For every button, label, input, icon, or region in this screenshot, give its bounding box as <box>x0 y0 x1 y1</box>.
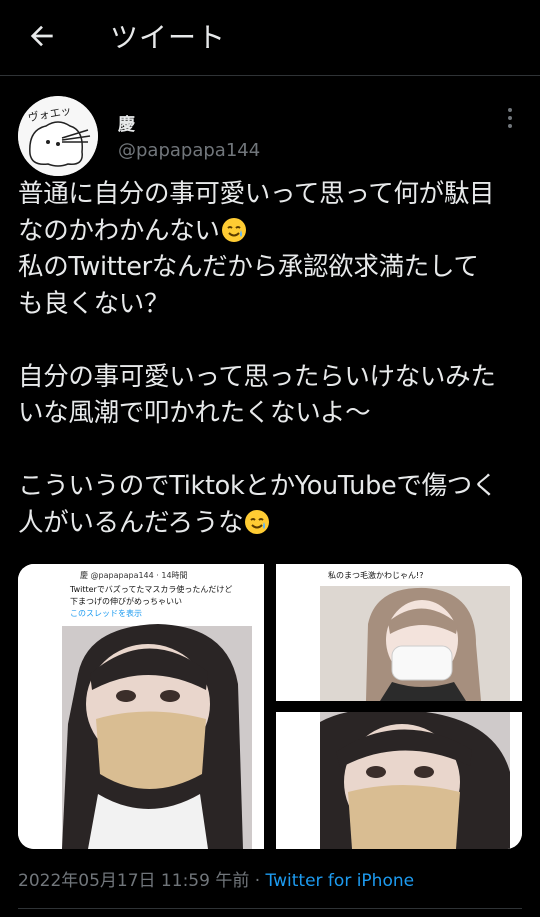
tweet-line: こういうのでTiktokとかYouTubeで傷つく <box>18 471 498 501</box>
divider <box>18 908 522 909</box>
media-image-3[interactable] <box>276 708 522 849</box>
tweet-line: 自分の事可愛いって思ったらいけないみた <box>18 361 496 392</box>
more-options-icon[interactable] <box>500 108 520 132</box>
media-grid: 慶 @papapapa144 · 14時間 Twitterでバズってたマスカラ使… <box>18 564 522 849</box>
tweet-line: も良くない？ <box>18 288 170 319</box>
tweet-text: 普通に自分の事可愛いって思って何が駄目 なのかわかんない 私のTwitterなん… <box>18 176 528 541</box>
tweet-line: 私のTwitterなんだから承認欲求満たして <box>18 252 479 282</box>
tear-smile-emoji-icon <box>221 217 246 242</box>
svg-text:慶 @papapapa144 · 14時間: 慶 @papapapa144 · 14時間 <box>80 570 188 580</box>
embed-link: このスレッドを表示 <box>70 608 142 618</box>
tweet-line: 普通に自分の事可愛いって思って何が駄目 <box>18 179 495 209</box>
tweet-source[interactable]: Twitter for iPhone <box>266 871 415 891</box>
tweet-date[interactable]: 2022年05月17日 11:59 午前 <box>18 871 249 891</box>
tweet-line: なのかわかんない <box>18 215 220 246</box>
author-name[interactable]: 慶 <box>118 110 135 135</box>
top-bar: ツイート <box>0 0 540 76</box>
tweet-meta: 2022年05月17日 11:59 午前 · Twitter for iPhon… <box>18 866 414 891</box>
author-handle[interactable]: @papapapa144 <box>118 140 260 161</box>
embed-text-3: 私のまつ毛激かわじゃん!? <box>328 570 423 580</box>
embed-text-1: Twitterでバズってたマスカラ使ったんだけど <box>69 584 232 594</box>
embed-name: 慶 <box>80 570 88 580</box>
back-arrow-icon[interactable] <box>26 20 58 52</box>
tear-smile-emoji-icon <box>245 509 270 534</box>
meta-separator: · <box>249 871 266 891</box>
page-title: ツイート <box>110 21 227 54</box>
media-image-1[interactable]: 慶 @papapapa144 · 14時間 Twitterでバズってたマスカラ使… <box>18 564 264 849</box>
tweet-line: いな風潮で叩かれたくないよ〜 <box>18 398 371 428</box>
embed-handle: @papapapa144 · 14時間 <box>91 571 188 580</box>
avatar[interactable]: ヴォエッ <box>18 96 98 176</box>
tweet-line: 人がいるんだろうな <box>18 507 244 538</box>
embed-text-2: 下まつげの伸びがめっちゃいい <box>70 596 182 606</box>
media-image-2[interactable]: 私のまつ毛激かわじゃん!? <box>276 564 522 701</box>
